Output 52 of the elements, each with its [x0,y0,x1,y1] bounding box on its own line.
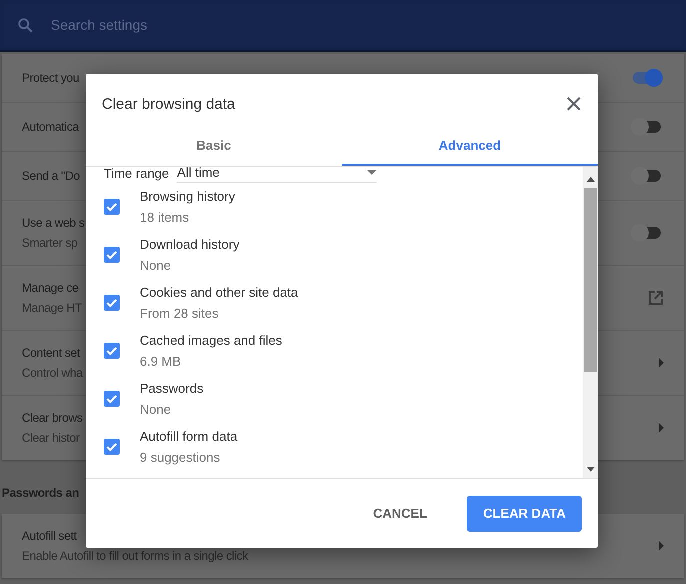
close-icon [566,96,582,112]
clear-data-button[interactable]: CLEAR DATA [467,496,582,532]
section-heading: Passwords an [2,486,80,500]
time-range-label: Time range [104,166,170,180]
close-button[interactable] [566,96,582,112]
toggle-switch[interactable] [630,68,664,88]
setting-title: Clear brows [22,411,83,425]
item-detail: From 28 sites [140,306,220,321]
setting-title: Automatica [22,120,80,134]
checkbox[interactable] [104,247,120,263]
scroll-up-icon[interactable] [586,177,594,182]
item-detail: 6.9 MB [140,354,182,369]
setting-title: Autofill sett [22,529,77,543]
setting-title: Send a "Do [22,169,80,183]
setting-description: Manage HT [22,301,82,315]
item-title: Cookies and other site data [140,285,298,300]
checkbox[interactable] [104,391,120,407]
checkbox[interactable] [104,343,120,359]
search-field[interactable]: Search settings [4,4,682,46]
setting-title: Protect you [22,71,80,85]
dropdown-arrow-icon [367,170,378,175]
arrow-right-icon[interactable] [659,423,664,433]
item-detail: 9 suggestions [140,450,222,465]
checkbox[interactable] [104,199,120,215]
setting-description: Clear histor [22,431,80,445]
time-range-dropdown[interactable]: All time [177,163,378,183]
search-icon [18,18,33,32]
tab[interactable]: Advanced [342,126,598,166]
item-title: Download history [140,237,240,252]
setting-description: Smarter sp [22,236,78,250]
arrow-right-icon[interactable] [659,541,664,551]
cancel-button[interactable]: CANCEL [357,496,444,532]
scrollbar[interactable] [583,167,598,478]
setting-title: Use a web s [22,216,85,230]
item-title: Passwords [140,381,204,396]
item-detail: 18 items [140,210,190,225]
checkbox[interactable] [104,295,120,311]
tab[interactable]: Basic [86,126,342,166]
checkbox[interactable] [104,439,120,455]
arrow-right-icon[interactable] [659,358,664,368]
item-detail: None [140,402,172,417]
item-title: Browsing history [140,189,236,204]
dialog-title: Clear browsing data [102,96,236,112]
item-detail: None [140,258,172,273]
external-link-icon[interactable] [648,290,664,306]
setting-description: Control wha [22,366,83,380]
item-title: Autofill form data [140,429,238,444]
item-title: Cached images and files [140,333,282,348]
setting-title: Manage ce [22,281,79,295]
scroll-down-icon[interactable] [586,467,594,472]
search-placeholder: Search settings [51,17,148,33]
setting-title: Content set [22,346,80,360]
